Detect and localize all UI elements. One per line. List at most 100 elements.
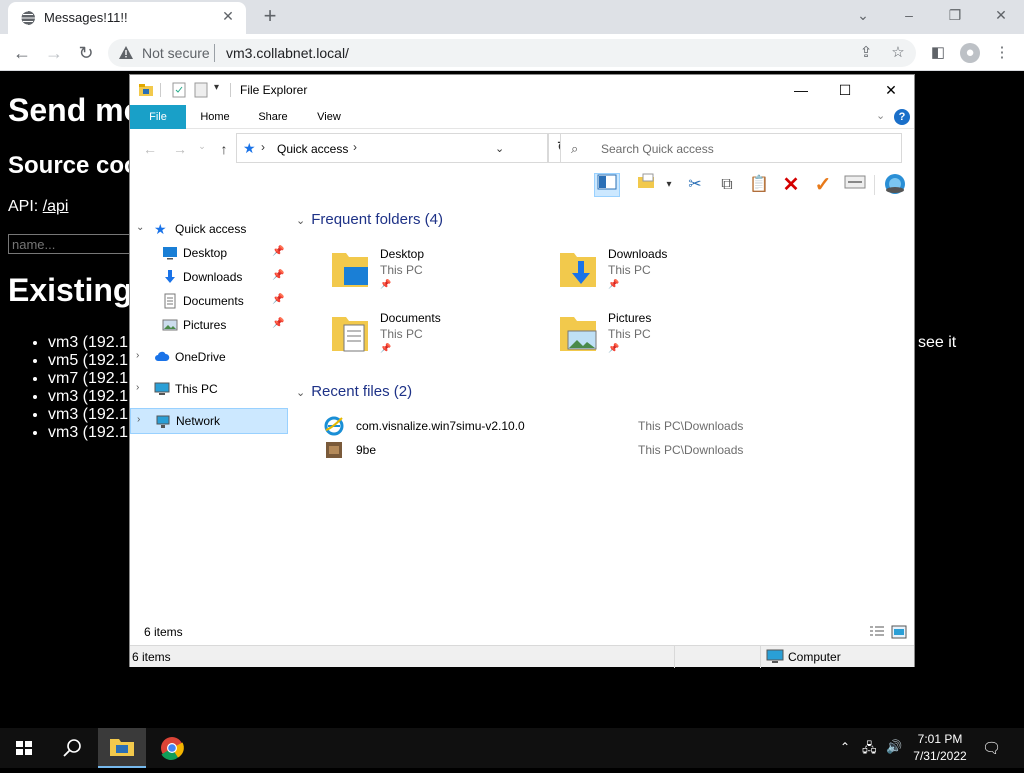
up-icon[interactable]: ↑	[214, 141, 234, 157]
reload-icon[interactable]: ↻	[74, 41, 98, 65]
ribbon-expand-icon[interactable]: ⌄	[876, 109, 885, 122]
forward-icon[interactable]: →	[170, 141, 190, 157]
warning-icon	[119, 46, 133, 59]
breadcrumb-quick-access[interactable]: Quick access	[277, 142, 348, 156]
forward-icon[interactable]: →	[42, 41, 66, 65]
content-pane: ⌄ Frequent folders (4) Desktop This PC 📌 …	[294, 205, 914, 641]
recent-locations-icon[interactable]: ⌄	[192, 141, 212, 152]
delete-icon[interactable]: ✕	[778, 173, 804, 197]
machine-list: vm3 (192.1 vm5 (192.1 vm7 (192.1 vm3 (19…	[48, 334, 128, 442]
url-text[interactable]: vm3.collabnet.local/	[226, 45, 349, 61]
back-icon[interactable]: ←	[10, 41, 34, 65]
show-hidden-icons-icon[interactable]: ⌃	[840, 740, 850, 754]
sidebar-item-network[interactable]: › Network	[130, 408, 288, 434]
bookmark-star-icon[interactable]: ☆	[888, 43, 908, 63]
preview-pane-icon[interactable]	[594, 173, 620, 197]
copy-icon[interactable]: ⧉	[714, 173, 740, 197]
properties-icon[interactable]	[172, 82, 186, 98]
new-tab-button[interactable]: +	[260, 5, 280, 27]
new-item-dropdown-icon[interactable]: ▾	[662, 173, 676, 197]
existing-heading: Existing	[8, 272, 133, 308]
address-dropdown-icon[interactable]: ⌄	[495, 142, 504, 155]
recent-file-row[interactable]: com.visnalize.win7simu-v2.10.0 This PC\D…	[324, 415, 914, 437]
restore-icon[interactable]: ❐	[940, 4, 970, 26]
sidebar-item-downloads[interactable]: Downloads 📌	[130, 265, 288, 289]
notifications-icon[interactable]: 🗨	[982, 739, 1001, 757]
sidebar-item-pictures[interactable]: Pictures 📌	[130, 313, 288, 337]
start-button[interactable]	[0, 728, 48, 768]
tile-location: This PC	[380, 263, 423, 277]
cut-icon[interactable]: ✂	[682, 173, 708, 197]
sidebar-item-desktop[interactable]: Desktop 📌	[130, 241, 288, 265]
browser-tab[interactable]: Messages!11!! ✕	[8, 2, 246, 34]
sidebar-item-onedrive[interactable]: › OneDrive	[130, 345, 288, 369]
clock-date[interactable]: 7/31/2022	[910, 749, 970, 763]
file-location: This PC\Downloads	[638, 419, 744, 433]
close-tab-icon[interactable]: ✕	[218, 8, 238, 25]
tab-search-icon[interactable]: ⌄	[848, 4, 878, 26]
volume-icon[interactable]: 🔊	[886, 739, 902, 755]
details-view-icon[interactable]	[868, 624, 886, 640]
side-panel-icon[interactable]: ◧	[928, 43, 948, 63]
taskbar-file-explorer[interactable]	[98, 728, 146, 768]
expand-chevron-icon[interactable]: ›	[136, 350, 139, 361]
ribbon-tabs: File Home Share View ⌄ ?	[130, 105, 914, 129]
folder-icon	[110, 739, 134, 756]
breadcrumb-chevron-icon[interactable]: ›	[353, 140, 357, 154]
network-globe-icon[interactable]	[882, 173, 908, 197]
system-tray: ⌃ 🖧 🔊 7:01 PM 7/31/2022 🗨	[836, 728, 1024, 768]
new-item-icon[interactable]	[634, 173, 660, 197]
sidebar-item-label: This PC	[175, 382, 218, 396]
sidebar-item-label: Quick access	[175, 222, 247, 236]
pin-icon: 📌	[272, 318, 285, 329]
sidebar-item-this-pc[interactable]: › This PC	[130, 377, 288, 401]
sidebar-item-documents[interactable]: Documents 📌	[130, 289, 288, 313]
tab-home[interactable]: Home	[192, 105, 238, 129]
clock-time[interactable]: 7:01 PM	[910, 732, 970, 746]
large-icons-view-icon[interactable]	[890, 624, 908, 640]
tile-documents[interactable]: Documents This PC 📌	[330, 309, 530, 365]
search-box[interactable]: ⌕ Search Quick access	[560, 133, 902, 163]
expand-chevron-icon[interactable]: ›	[136, 382, 139, 393]
tab-file[interactable]: File	[130, 105, 186, 129]
not-secure-label: Not secure	[142, 45, 210, 61]
tile-desktop[interactable]: Desktop This PC 📌	[330, 245, 530, 301]
collapse-chevron-icon: ⌄	[296, 387, 306, 399]
properties-icon[interactable]	[842, 173, 868, 197]
qa-dropdown-icon[interactable]: ▾	[214, 82, 219, 93]
minimize-icon[interactable]: –	[894, 4, 924, 26]
minimize-icon[interactable]: —	[778, 75, 824, 105]
tile-pictures[interactable]: Pictures This PC 📌	[558, 309, 758, 365]
tab-share[interactable]: Share	[250, 105, 296, 129]
tile-downloads[interactable]: Downloads This PC 📌	[558, 245, 758, 301]
profile-avatar-icon[interactable]: ●	[960, 43, 980, 63]
expand-chevron-icon[interactable]: ⌄	[136, 222, 144, 233]
recent-files-header[interactable]: ⌄ Recent files (2)	[296, 383, 412, 400]
navigation-pane: ⌄ ★ Quick access Desktop 📌 Downloads 📌 D…	[130, 205, 290, 641]
tab-view[interactable]: View	[306, 105, 352, 129]
sidebar-item-quick-access[interactable]: ⌄ ★ Quick access	[130, 217, 288, 241]
new-folder-icon[interactable]	[194, 82, 208, 98]
maximize-icon[interactable]: ☐	[822, 75, 868, 105]
search-button[interactable]	[48, 728, 96, 768]
close-window-icon[interactable]: ✕	[986, 4, 1016, 26]
close-icon[interactable]: ✕	[868, 75, 914, 105]
recent-file-row[interactable]: 9be This PC\Downloads	[324, 439, 914, 461]
api-link[interactable]: /api	[43, 198, 69, 215]
rename-check-icon[interactable]: ✓	[810, 173, 836, 197]
taskbar-chrome[interactable]	[148, 728, 196, 768]
address-path[interactable]: ★ › Quick access › ⌄	[236, 133, 548, 163]
pin-icon: 📌	[272, 270, 285, 281]
name-input[interactable]	[8, 234, 148, 254]
help-icon[interactable]: ?	[894, 109, 910, 125]
address-bar[interactable]: Not secure vm3.collabnet.local/	[108, 39, 916, 67]
frequent-folders-header[interactable]: ⌄ Frequent folders (4)	[296, 211, 443, 228]
breadcrumb-chevron-icon[interactable]: ›	[261, 140, 265, 154]
tab-strip: Messages!11!! ✕ + ⌄ – ❐ ✕	[0, 0, 1024, 34]
share-icon[interactable]: ⇪	[856, 43, 876, 63]
back-icon[interactable]: ←	[140, 141, 160, 157]
network-status-icon[interactable]: 🖧	[862, 739, 877, 761]
menu-kebab-icon[interactable]: ⋮	[992, 43, 1012, 63]
paste-icon[interactable]: 📋	[746, 173, 772, 197]
expand-chevron-icon[interactable]: ›	[137, 414, 140, 425]
